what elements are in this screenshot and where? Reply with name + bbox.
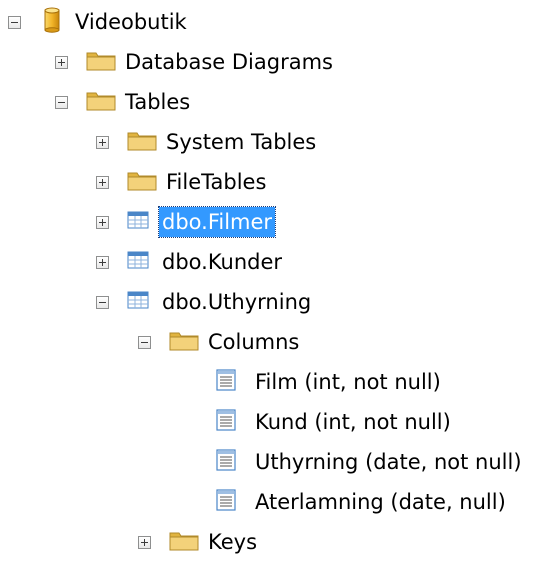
tree-node-columns[interactable]: Columns	[138, 322, 302, 362]
tree-node-label: Database Diagrams	[125, 50, 333, 74]
collapse-toggle[interactable]	[138, 335, 151, 349]
column-icon	[216, 408, 236, 436]
folder-icon	[169, 329, 199, 356]
tree-node-label: Aterlamning (date, null)	[255, 490, 506, 514]
tree-node-label: dbo.Uthyrning	[162, 290, 312, 314]
column-icon	[216, 368, 236, 396]
tree-node-database-diagrams[interactable]: Database Diagrams	[55, 42, 336, 82]
tree-node-label: Columns	[208, 330, 300, 354]
tree-node-dbo-filmer[interactable]: dbo.Filmer	[96, 202, 277, 242]
tree-node-label: FileTables	[166, 170, 267, 194]
collapse-toggle[interactable]	[8, 15, 21, 29]
expand-toggle[interactable]	[96, 135, 109, 149]
tree-node-column-film[interactable]: Film (int, not null)	[216, 362, 444, 402]
tree-node-label: Film (int, not null)	[255, 370, 441, 394]
table-icon	[127, 290, 149, 314]
column-icon	[216, 448, 236, 476]
tree-node-tables[interactable]: Tables	[55, 82, 193, 122]
tree-node-label: Uthyrning (date, not null)	[255, 450, 522, 474]
table-icon	[127, 250, 149, 274]
expand-toggle[interactable]	[55, 55, 68, 69]
tree-node-videobutik[interactable]: Videobutik	[8, 2, 190, 42]
tree-node-dbo-kunder[interactable]: dbo.Kunder	[96, 242, 285, 282]
folder-icon	[86, 49, 116, 76]
folder-icon	[127, 169, 157, 196]
tree-node-label: Videobutik	[75, 10, 187, 34]
tree-node-label: dbo.Kunder	[162, 250, 283, 274]
column-icon	[216, 488, 236, 516]
table-icon	[127, 210, 149, 234]
object-explorer-tree: Videobutik Database Diagrams Tables Syst…	[0, 0, 556, 555]
tree-node-system-tables[interactable]: System Tables	[96, 122, 319, 162]
database-icon	[44, 7, 60, 38]
tree-node-column-aterlamning[interactable]: Aterlamning (date, null)	[216, 482, 509, 522]
tree-node-dbo-uthyrning[interactable]: dbo.Uthyrning	[96, 282, 314, 322]
folder-icon	[169, 529, 199, 556]
tree-node-label: Kund (int, not null)	[255, 410, 451, 434]
expand-toggle[interactable]	[138, 535, 151, 549]
expand-toggle[interactable]	[96, 175, 109, 189]
tree-node-label: Tables	[125, 90, 191, 114]
folder-icon	[86, 89, 116, 116]
folder-icon	[127, 129, 157, 156]
collapse-toggle[interactable]	[96, 295, 109, 309]
tree-node-column-kund[interactable]: Kund (int, not null)	[216, 402, 454, 442]
expand-toggle[interactable]	[96, 255, 109, 269]
tree-node-label: System Tables	[166, 130, 317, 154]
collapse-toggle[interactable]	[55, 95, 68, 109]
tree-node-label: Keys	[208, 530, 258, 554]
tree-node-column-uthyrning[interactable]: Uthyrning (date, not null)	[216, 442, 525, 482]
tree-node-filetables[interactable]: FileTables	[96, 162, 269, 202]
tree-node-label: dbo.Filmer	[157, 206, 277, 238]
tree-node-keys[interactable]: Keys	[138, 522, 260, 562]
expand-toggle[interactable]	[96, 215, 109, 229]
